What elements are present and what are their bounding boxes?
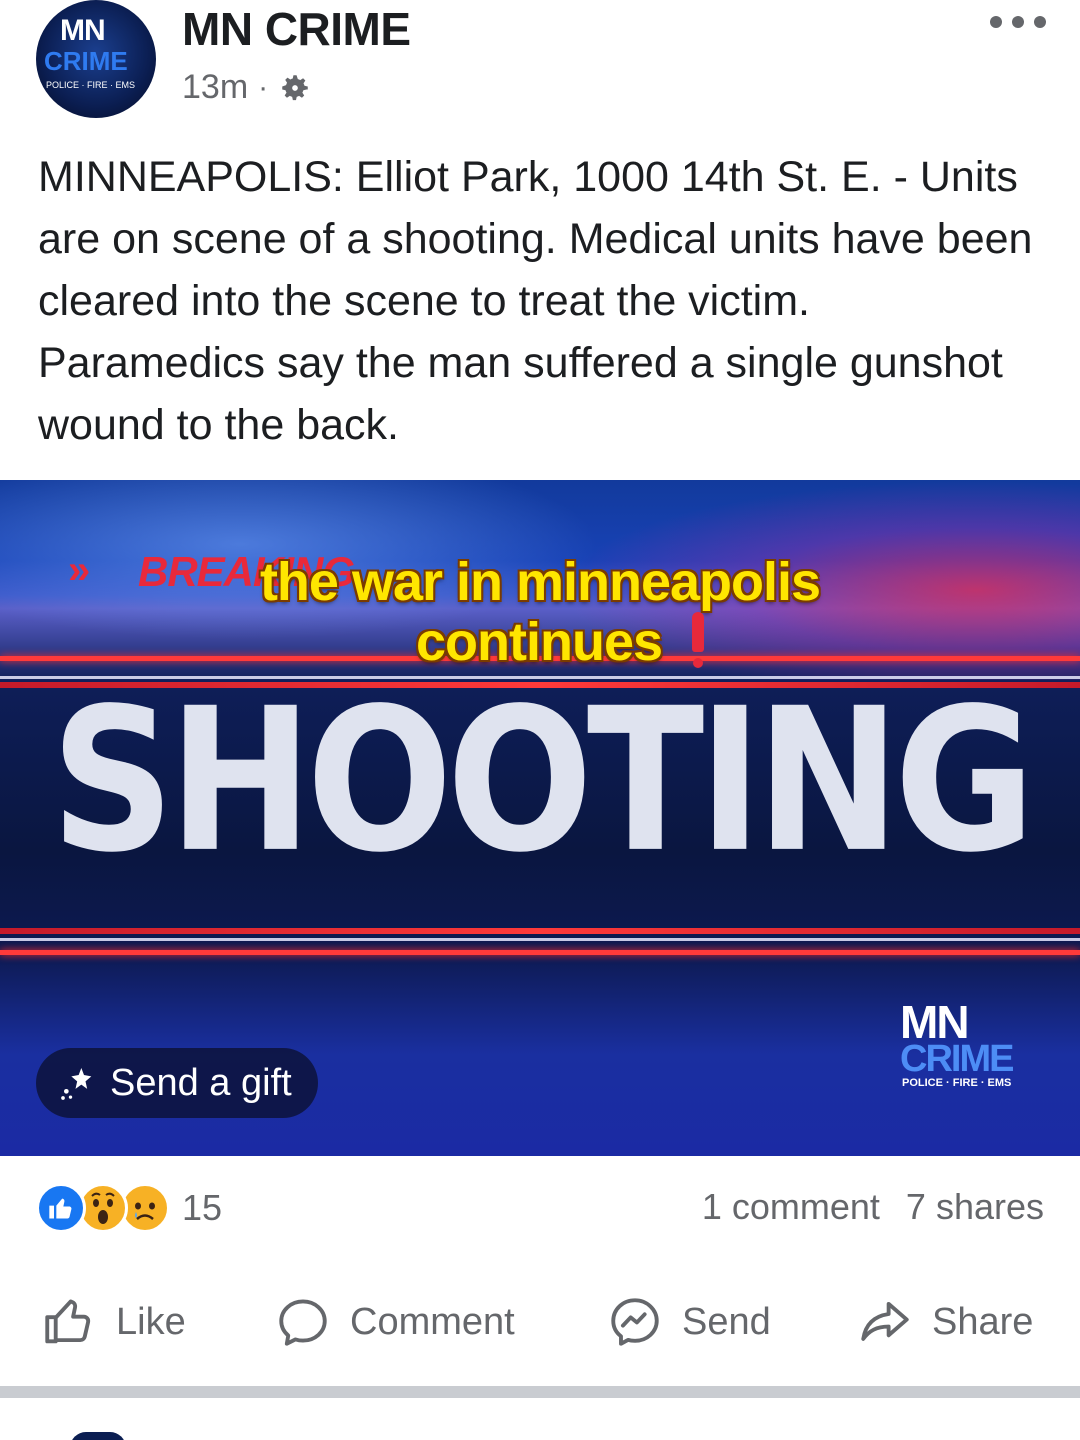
post-action-bar: Like Comment Send Share bbox=[0, 1286, 1080, 1358]
media-logo-crime: CRIME bbox=[900, 1038, 1014, 1080]
next-post-avatar bbox=[70, 1432, 126, 1440]
send-label: Send bbox=[682, 1300, 771, 1343]
share-count[interactable]: 7 shares bbox=[906, 1186, 1044, 1228]
comment-button[interactable]: Comment bbox=[274, 1286, 515, 1358]
page-avatar[interactable]: MN CRIME POLICE · FIRE · EMS bbox=[36, 0, 156, 118]
caption-line-1: the war in minneapolis bbox=[259, 552, 821, 612]
share-label: Share bbox=[932, 1300, 1034, 1343]
media-stripe bbox=[0, 950, 1080, 955]
reaction-summary[interactable]: 15 bbox=[36, 1180, 222, 1236]
messenger-icon bbox=[611, 1298, 659, 1346]
post-meta: 13m · bbox=[182, 68, 312, 107]
comment-label: Comment bbox=[350, 1300, 515, 1343]
page-name[interactable]: MN CRIME bbox=[182, 2, 411, 56]
gear-icon[interactable] bbox=[278, 71, 312, 105]
more-dot bbox=[1034, 16, 1046, 28]
comment-icon bbox=[279, 1299, 327, 1346]
exclamation-icon bbox=[692, 612, 705, 670]
engagement-counts: 1 comment 7 shares bbox=[702, 1186, 1044, 1228]
caption-line-2-wrap: continues bbox=[0, 612, 1080, 672]
post-text: MINNEAPOLIS: Elliot Park, 1000 14th St. … bbox=[38, 153, 1033, 449]
reaction-count: 15 bbox=[182, 1187, 223, 1228]
thumbs-up-icon bbox=[49, 1198, 72, 1219]
wow-face-icon bbox=[83, 1188, 123, 1228]
video-caption: the war in minneapolis continues bbox=[0, 552, 1080, 672]
media-headline: SHOOTING bbox=[50, 664, 1036, 897]
comment-count[interactable]: 1 comment bbox=[702, 1186, 880, 1228]
post-media[interactable]: » BREAKING SHOOTING the war in minneapol… bbox=[0, 480, 1080, 1156]
send-gift-label: Send a gift bbox=[110, 1061, 292, 1104]
like-reaction-icon bbox=[36, 1183, 86, 1233]
like-label: Like bbox=[116, 1300, 186, 1343]
more-options-icon[interactable] bbox=[990, 12, 1046, 32]
avatar-logo-subtitle: POLICE · FIRE · EMS bbox=[46, 80, 136, 90]
more-dot bbox=[1012, 16, 1024, 28]
post-time[interactable]: 13m bbox=[182, 68, 248, 107]
meta-separator: · bbox=[258, 70, 269, 104]
media-stripe bbox=[0, 938, 1080, 941]
media-stripe bbox=[0, 928, 1080, 934]
feed-divider bbox=[0, 1386, 1080, 1398]
caption-line-2: continues bbox=[415, 612, 663, 672]
sad-face-icon bbox=[125, 1188, 165, 1228]
gift-icon bbox=[61, 1068, 92, 1100]
share-arrow-icon bbox=[861, 1301, 909, 1341]
media-logo-subtitle: POLICE · FIRE · EMS bbox=[902, 1077, 1012, 1089]
like-button[interactable]: Like bbox=[40, 1286, 186, 1358]
more-dot bbox=[990, 16, 1002, 28]
avatar-logo-crime: CRIME bbox=[44, 46, 128, 76]
send-gift-button[interactable]: Send a gift bbox=[36, 1048, 318, 1118]
send-button[interactable]: Send bbox=[606, 1286, 771, 1358]
share-button[interactable]: Share bbox=[856, 1286, 1033, 1358]
post-header: MN CRIME POLICE · FIRE · EMS MN CRIME 13… bbox=[0, 0, 1080, 140]
thumbs-up-icon bbox=[45, 1299, 91, 1344]
avatar-logo-mn: MN bbox=[60, 14, 106, 47]
